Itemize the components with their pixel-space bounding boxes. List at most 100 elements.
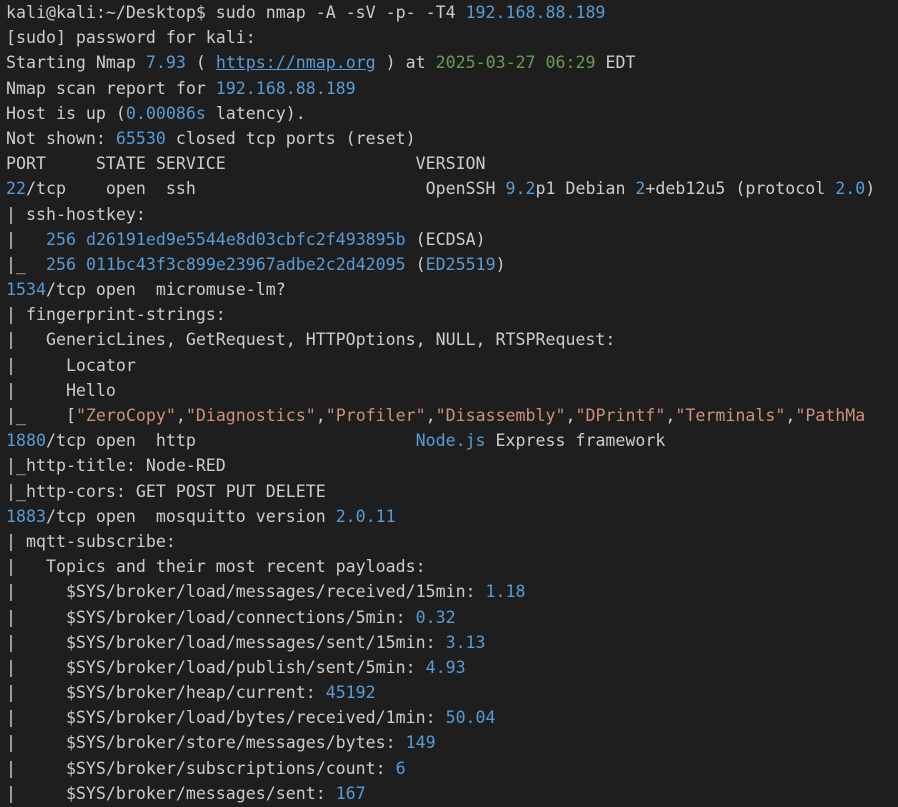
terminal-line: [sudo] password for kali:: [6, 25, 898, 50]
terminal-text-segment: | $SYS/broker/load/publish/sent/5min:: [6, 657, 426, 677]
terminal-text-segment: Node.js: [415, 431, 486, 451]
terminal-line: | ssh-hostkey:: [6, 202, 898, 227]
terminal-text-segment: 1880: [6, 431, 46, 451]
terminal-text-segment: ): [865, 179, 876, 199]
terminal-line: | 256 d26191ed9e5544e8d03cbfc2f493895b (…: [6, 227, 898, 252]
terminal-text-segment: "Profiler": [325, 406, 426, 425]
terminal-text-segment: 256: [45, 229, 76, 249]
terminal-text-segment: latency).: [205, 103, 306, 123]
terminal-text-segment: | $SYS/broker/load/connections/5min:: [6, 607, 416, 627]
terminal-line: | $SYS/broker/load/messages/sent/15min: …: [6, 630, 898, 655]
terminal-text-segment: "PathMa: [795, 406, 866, 425]
terminal-line: kali@kali:~/Desktop$ sudo nmap -A -sV -p…: [6, 0, 898, 25]
terminal-line: | Locator: [6, 353, 898, 378]
terminal-text-segment: ,: [175, 406, 186, 425]
terminal-text-segment: ED25519: [425, 254, 496, 274]
terminal-text-segment: 3.13: [445, 632, 486, 652]
terminal-line: | $SYS/broker/load/bytes/received/1min: …: [6, 705, 898, 730]
terminal-text-segment: 45192: [325, 683, 376, 703]
terminal-text-segment: 1883: [6, 506, 46, 526]
terminal-text-segment: | Topics and their most recent payloads:: [6, 557, 426, 577]
terminal-line: 1883/tcp open mosquitto version 2.0.11: [6, 504, 898, 529]
terminal-text-segment: | $SYS/broker/subscriptions/count:: [6, 758, 396, 778]
terminal-text-segment: 149: [405, 733, 436, 753]
terminal-line: |_ ["ZeroCopy","Diagnostics","Profiler",…: [6, 403, 898, 428]
terminal-line: | $SYS/broker/messages/sent: 167: [6, 781, 898, 806]
terminal-line: | $SYS/broker/load/publish/sent/5min: 4.…: [6, 655, 898, 680]
terminal-line: | $SYS/broker/load/connections/5min: 0.3…: [6, 605, 898, 630]
terminal-text-segment: p1 Debian: [535, 179, 636, 199]
terminal-text-segment: 22: [6, 179, 26, 199]
terminal-text-segment: 6: [395, 758, 406, 778]
terminal-text-segment: 0.32: [415, 607, 456, 627]
terminal-text-segment: 256: [45, 254, 76, 274]
terminal-text-segment: (: [405, 254, 426, 274]
terminal-text-segment: 2.0: [835, 179, 866, 199]
terminal-text-segment: PORT STATE SERVICE VERSION: [6, 154, 486, 174]
terminal-text-segment: | $SYS/broker/load/bytes/received/1min:: [6, 708, 446, 728]
terminal-text-segment: ): [495, 254, 506, 274]
terminal-line: |_ 256 011bc43f3c899e23967adbe2c2d42095 …: [6, 252, 898, 277]
terminal-text-segment: |: [6, 229, 46, 249]
terminal-text-segment: Host is up (: [6, 103, 126, 123]
terminal-text-segment: [sudo] password for kali:: [6, 28, 256, 48]
terminal-text-segment: | fingerprint-strings:: [6, 305, 226, 325]
terminal-output[interactable]: kali@kali:~/Desktop$ sudo nmap -A -sV -p…: [0, 0, 898, 807]
terminal-text-segment: | mqtt-subscribe:: [6, 531, 176, 551]
terminal-text-segment: 50.04: [445, 708, 496, 728]
terminal-text-segment: | $SYS/broker/load/messages/sent/15min:: [6, 632, 446, 652]
terminal-line: | GenericLines, GetRequest, HTTPOptions,…: [6, 327, 898, 352]
terminal-text-segment: /tcp open mosquitto version: [45, 506, 336, 526]
terminal-text-segment: | ssh-hostkey:: [6, 204, 146, 224]
terminal-text-segment: /tcp open micromuse-lm?: [45, 280, 286, 300]
terminal-text-segment: ,: [315, 406, 326, 425]
terminal-line: | fingerprint-strings:: [6, 302, 898, 327]
terminal-text-segment: 167: [335, 783, 366, 803]
terminal-text-segment: 1.18: [485, 582, 526, 602]
terminal-text-segment: "Terminals": [675, 406, 786, 425]
terminal-text-segment: 192.168.88.189: [465, 3, 606, 22]
terminal-text-segment: |_ [: [6, 406, 76, 425]
terminal-text-segment: d26191ed9e5544e8d03cbfc2f493895b: [85, 229, 406, 249]
terminal-text-segment: kali@kali:~/Desktop$ sudo nmap -A -sV -p…: [6, 3, 466, 22]
terminal-text-segment: Not shown:: [6, 128, 116, 148]
terminal-text-segment: ) at: [375, 53, 436, 73]
terminal-line: | $SYS/broker/store/messages/bytes: 149: [6, 730, 898, 755]
terminal-text-segment: | Locator: [6, 355, 136, 375]
terminal-line: | mqtt-subscribe:: [6, 529, 898, 554]
terminal-text-segment: 7.93: [145, 53, 186, 73]
terminal-text-segment: 192.168.88.189: [215, 78, 356, 98]
terminal-text-segment: |_http-cors: GET POST PUT DELETE: [6, 481, 326, 501]
terminal-text-segment: Express framework: [485, 431, 666, 451]
terminal-text-segment: ,: [665, 406, 676, 425]
terminal-text-segment: 011bc43f3c899e23967adbe2c2d42095: [85, 254, 406, 274]
terminal-text-segment: "Disassembly": [435, 406, 566, 425]
terminal-text-segment: 2.0.11: [335, 506, 396, 526]
terminal-text-segment: Starting Nmap: [6, 53, 146, 73]
terminal-text-segment: | $SYS/broker/load/messages/received/15m…: [6, 582, 486, 602]
terminal-line: | $SYS/broker/heap/current: 45192: [6, 680, 898, 705]
terminal-text-segment: 0.00086s: [125, 103, 206, 123]
terminal-text-segment: |_http-title: Node-RED: [6, 456, 226, 476]
terminal-line: | $SYS/broker/subscriptions/count: 6: [6, 756, 898, 781]
terminal-text-segment: 4.93: [425, 657, 466, 677]
terminal-text-segment: closed tcp ports (reset): [165, 128, 416, 148]
terminal-text-segment: 2025-03-27 06:29: [435, 53, 596, 73]
terminal-line: Nmap scan report for 192.168.88.189: [6, 76, 898, 101]
terminal-line: | Topics and their most recent payloads:: [6, 554, 898, 579]
terminal-line: 1880/tcp open http Node.js Express frame…: [6, 428, 898, 453]
terminal-text-segment: (: [185, 53, 216, 73]
terminal-text-segment: EDT: [595, 53, 636, 73]
terminal-text-segment: 65530: [115, 128, 166, 148]
terminal-text-segment: 9.2: [505, 179, 536, 199]
terminal-text-segment: (ECDSA): [405, 229, 486, 249]
terminal-line: Not shown: 65530 closed tcp ports (reset…: [6, 126, 898, 151]
terminal-text-segment: 1534: [6, 280, 46, 300]
terminal-line: Host is up (0.00086s latency).: [6, 101, 898, 126]
terminal-line: PORT STATE SERVICE VERSION: [6, 151, 898, 176]
terminal-link[interactable]: https://nmap.org: [216, 53, 376, 72]
terminal-line: 1534/tcp open micromuse-lm?: [6, 277, 898, 302]
terminal-line: | Hello: [6, 378, 898, 403]
